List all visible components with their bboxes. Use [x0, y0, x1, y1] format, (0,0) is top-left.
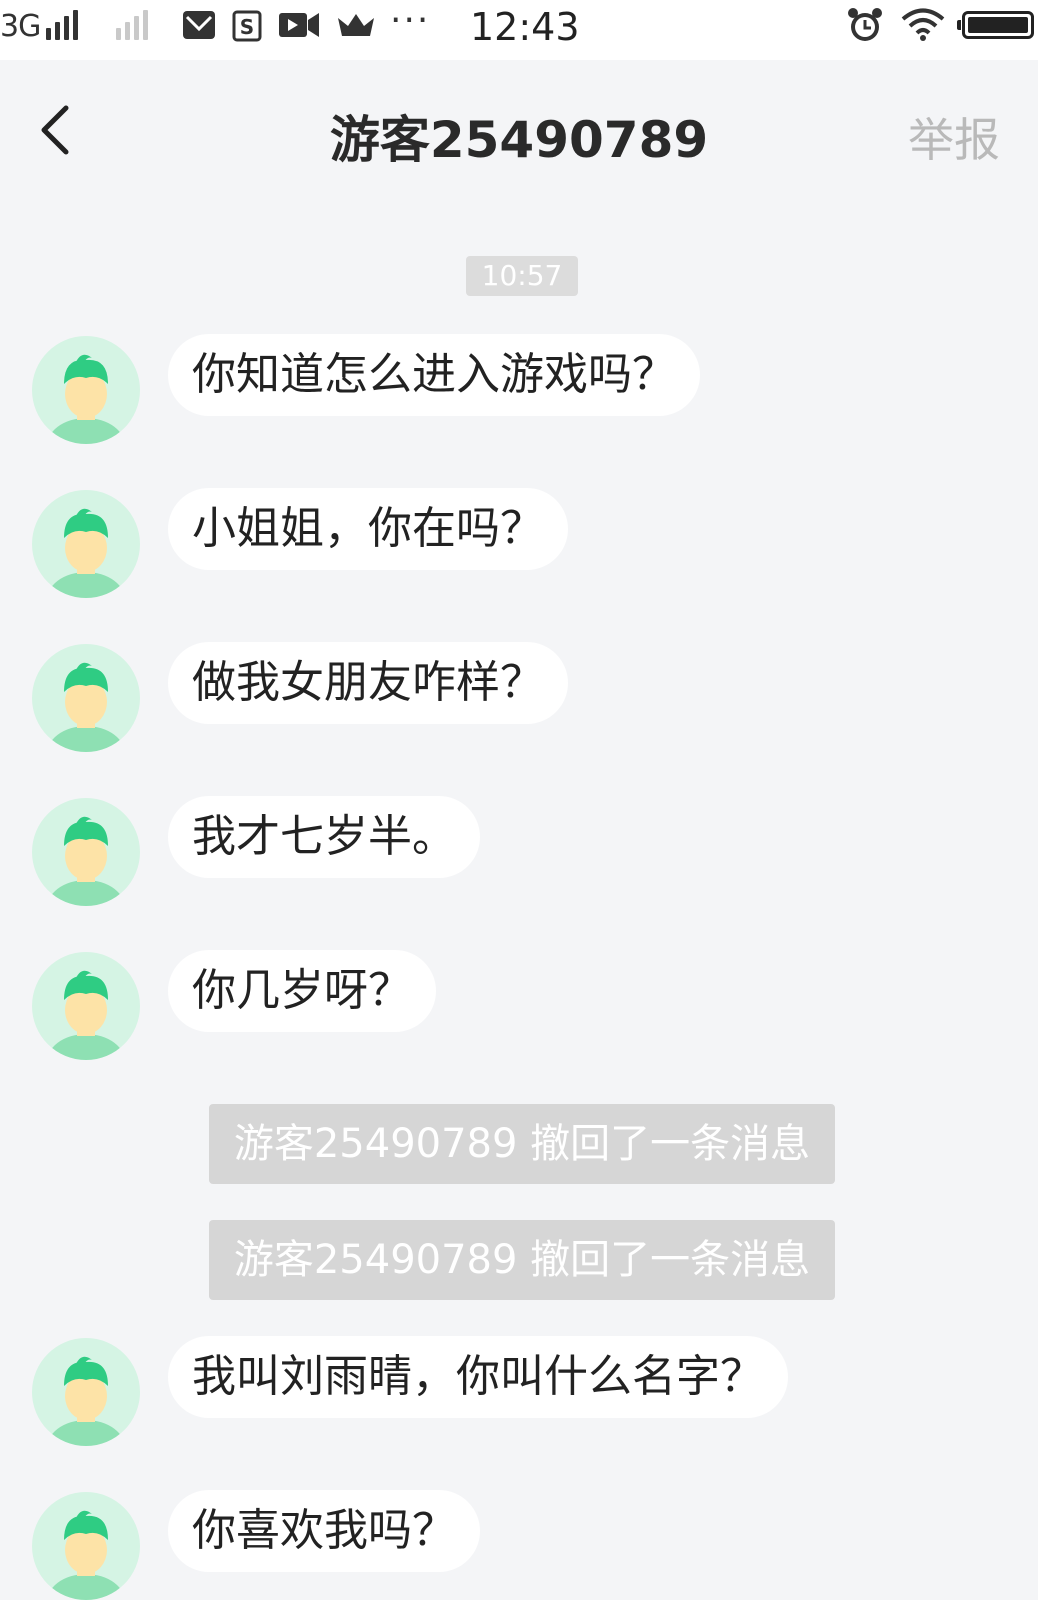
avatar[interactable] — [32, 490, 140, 598]
avatar[interactable] — [32, 952, 140, 1060]
timestamp-chip: 10:57 — [466, 256, 578, 296]
user-avatar-icon — [46, 1510, 126, 1600]
svg-text:S: S — [240, 15, 254, 39]
video-icon — [279, 13, 319, 37]
message-row: 你喜欢我吗？ — [0, 1490, 1038, 1600]
message-bubble[interactable]: 做我女朋友咋样？ — [168, 642, 568, 724]
avatar[interactable] — [32, 1338, 140, 1446]
user-avatar-icon — [46, 354, 126, 444]
recall-notice: 游客25490789 撤回了一条消息 — [209, 1104, 835, 1184]
message-row: 我才七岁半。 — [0, 796, 1038, 906]
message-bubble[interactable]: 我才七岁半。 — [168, 796, 480, 878]
message-bubble[interactable]: 你知道怎么进入游戏吗？ — [168, 334, 700, 416]
nav-bar: 游客25490789 举报 — [0, 60, 1038, 205]
message-row: 做我女朋友咋样？ — [0, 642, 1038, 752]
message-row: 小姐姐，你在吗？ — [0, 488, 1038, 598]
page-title: 游客25490789 — [329, 111, 709, 169]
more-dots: ··· — [390, 0, 431, 41]
message-bubble[interactable]: 小姐姐，你在吗？ — [168, 488, 568, 570]
user-avatar-icon — [46, 816, 126, 906]
report-button[interactable]: 举报 — [908, 104, 1000, 170]
battery-icon — [957, 11, 1034, 39]
alarm-icon — [848, 8, 882, 41]
user-avatar-icon — [46, 508, 126, 598]
message-bubble[interactable]: 我叫刘雨晴，你叫什么名字？ — [168, 1336, 788, 1418]
status-bar: 3G S ··· 12:43 — [0, 0, 1038, 60]
wifi-icon — [901, 8, 945, 41]
network-type: 3G — [0, 9, 41, 44]
recall-notice: 游客25490789 撤回了一条消息 — [209, 1220, 835, 1300]
message-row: 你几岁呀？ — [0, 950, 1038, 1060]
mail-icon — [183, 11, 215, 39]
avatar[interactable] — [32, 798, 140, 906]
status-time: 12:43 — [470, 5, 580, 49]
user-avatar-icon — [46, 662, 126, 752]
avatar[interactable] — [32, 336, 140, 444]
message-row: 你知道怎么进入游戏吗？ — [0, 334, 1038, 444]
message-bubble[interactable]: 你喜欢我吗？ — [168, 1490, 480, 1572]
avatar[interactable] — [32, 644, 140, 752]
message-row: 我叫刘雨晴，你叫什么名字？ — [0, 1336, 1038, 1446]
crown-icon — [338, 14, 374, 36]
user-avatar-icon — [46, 970, 126, 1060]
signal-icon — [46, 10, 78, 40]
avatar[interactable] — [32, 1492, 140, 1600]
signal-weak-icon — [116, 10, 148, 40]
s-app-icon: S — [232, 10, 262, 42]
message-bubble[interactable]: 你几岁呀？ — [168, 950, 436, 1032]
user-avatar-icon — [46, 1356, 126, 1446]
